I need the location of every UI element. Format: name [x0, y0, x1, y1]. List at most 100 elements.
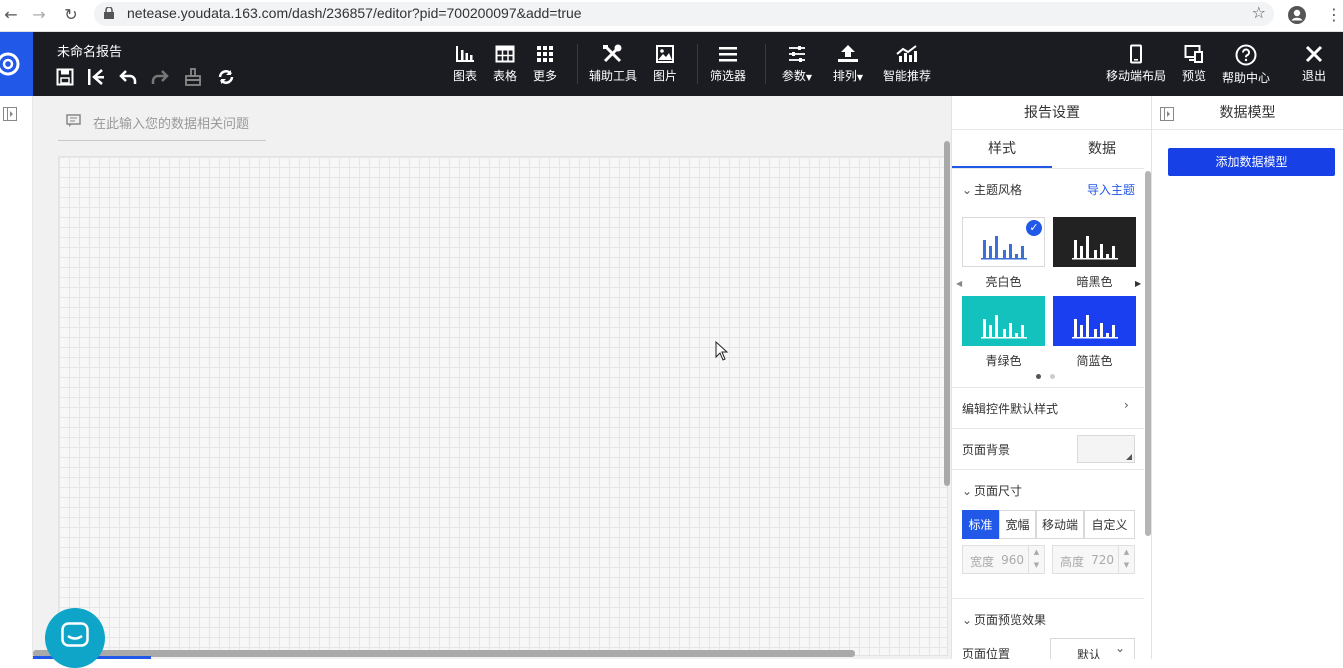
mini-bar-chart-icon — [1072, 315, 1118, 339]
back-icon[interactable]: ← — [0, 4, 22, 26]
chat-icon — [61, 622, 89, 647]
chat-support-button[interactable] — [45, 608, 105, 668]
theme-label: 暗黑色 — [1076, 275, 1113, 289]
bookmark-star-icon[interactable]: ☆ — [1252, 3, 1266, 22]
settings-title: 报告设置 — [952, 96, 1151, 130]
question-input[interactable]: 在此输入您的数据相关问题 — [58, 106, 266, 141]
comment-icon — [66, 114, 81, 127]
add-data-model-button[interactable]: 添加数据模型 — [1168, 148, 1335, 176]
vertical-scrollbar[interactable] — [944, 141, 950, 486]
expand-panel-icon[interactable] — [3, 107, 17, 121]
height-value: 720 — [1091, 553, 1114, 567]
chart-label: 图表 — [452, 69, 477, 83]
page-position-label: 页面位置 — [962, 647, 1011, 659]
theme-label: 简蓝色 — [1076, 354, 1113, 368]
height-stepper[interactable]: ▲ ▼ — [1118, 546, 1134, 573]
dropdown-caret-icon: ▼ — [805, 73, 813, 82]
settings-scrollbar[interactable] — [1145, 171, 1151, 536]
page-background-label: 页面背景 — [962, 443, 1011, 457]
filter-label: 筛选器 — [709, 69, 746, 83]
horizontal-scrollbar[interactable] — [33, 650, 855, 657]
page-size-section-label: 页面尺寸 — [974, 484, 1023, 498]
size-custom-button[interactable]: 自定义 — [1084, 510, 1135, 539]
data-model-panel: 数据模型 添加数据模型 — [1152, 96, 1343, 659]
aux-tools-button[interactable]: 辅助工具 — [588, 44, 638, 84]
collapse-panel-icon[interactable] — [1160, 107, 1174, 121]
undo-icon[interactable] — [119, 68, 137, 86]
browser-menu-icon[interactable]: ⋮ — [1326, 5, 1342, 24]
forward-icon[interactable]: → — [28, 4, 50, 26]
smart-recommend-button[interactable]: 智能推荐 — [881, 44, 933, 84]
params-button[interactable]: 参数▼ — [778, 44, 816, 84]
tools-icon — [603, 44, 622, 63]
report-canvas[interactable] — [58, 156, 948, 656]
address-bar[interactable]: netease.youdata.163.com/dash/236857/edit… — [94, 2, 1274, 26]
width-stepper[interactable]: ▲ ▼ — [1028, 546, 1044, 573]
profile-icon[interactable] — [1287, 5, 1307, 25]
tab-style[interactable]: 样式 — [952, 130, 1052, 168]
image-label: 图片 — [652, 69, 677, 83]
exit-button[interactable]: 退出 — [1300, 44, 1328, 84]
size-mobile-button[interactable]: 移动端 — [1036, 510, 1084, 539]
carousel-prev-icon[interactable]: ◀ — [956, 279, 962, 288]
mobile-layout-label: 移动端布局 — [1105, 69, 1166, 83]
help-center-button[interactable]: 帮助中心 — [1221, 44, 1271, 86]
chevron-right-icon[interactable]: › — [1124, 398, 1129, 412]
image-button[interactable]: 图片 — [650, 44, 680, 84]
size-standard-button[interactable]: 标准 — [962, 510, 999, 539]
preview-section-header[interactable]: ⌄ 页面预览效果 — [962, 611, 1046, 628]
chevron-down-icon: ⌄ — [962, 183, 973, 197]
divider — [952, 469, 1144, 470]
width-field[interactable]: 宽度 960 ▲ ▼ — [962, 545, 1045, 574]
size-wide-button[interactable]: 宽幅 — [999, 510, 1036, 539]
save-icon[interactable] — [56, 68, 74, 86]
mobile-phone-icon — [1130, 44, 1142, 64]
format-painter-icon[interactable] — [184, 68, 202, 86]
theme-section-header[interactable]: ⌄ 主题风格 — [962, 181, 1022, 198]
logo-icon — [0, 52, 20, 76]
toolbar-divider — [765, 44, 766, 84]
tab-data[interactable]: 数据 — [1052, 130, 1151, 168]
chevron-down-icon: ⌄ — [1115, 641, 1126, 655]
mouse-cursor-icon — [715, 341, 729, 361]
preview-button[interactable]: 预览 — [1180, 44, 1208, 84]
theme-card[interactable] — [1053, 296, 1136, 346]
browser-bar: ← → ↻ netease.youdata.163.com/dash/23685… — [0, 0, 1343, 32]
dropdown-caret-icon: ▼ — [856, 73, 864, 82]
page-position-select[interactable]: 默认 ⌄ — [1050, 638, 1135, 659]
arrange-label: 排列 — [832, 69, 857, 83]
page-size-section-header[interactable]: ⌄ 页面尺寸 — [962, 482, 1022, 499]
import-theme-link[interactable]: 导入主题 — [1087, 181, 1135, 198]
mobile-layout-button[interactable]: 移动端布局 — [1105, 44, 1167, 84]
table-label: 表格 — [492, 69, 517, 83]
edit-default-style-link[interactable]: 编辑控件默认样式 — [962, 400, 1058, 417]
table-button[interactable]: 表格 — [490, 44, 520, 84]
table-icon — [495, 45, 515, 63]
mini-bar-chart-icon — [981, 315, 1027, 339]
youdata-logo[interactable] — [0, 32, 33, 96]
theme-card[interactable] — [962, 296, 1045, 346]
arrange-button[interactable]: 排列▼ — [829, 44, 867, 84]
back-to-list-icon[interactable] — [87, 68, 105, 86]
help-label: 帮助中心 — [1221, 71, 1270, 85]
bring-front-icon — [838, 45, 858, 62]
trend-chart-icon — [896, 45, 917, 62]
theme-card[interactable] — [1053, 217, 1136, 267]
reload-icon[interactable]: ↻ — [60, 4, 82, 26]
sliders-icon — [789, 46, 805, 62]
carousel-next-icon[interactable]: ▶ — [1135, 279, 1141, 288]
grid-icon — [537, 46, 553, 62]
page-background-color-picker[interactable] — [1077, 435, 1135, 463]
redo-icon[interactable] — [151, 68, 169, 86]
params-label: 参数 — [781, 69, 806, 83]
toolbar-divider — [697, 44, 698, 84]
report-title[interactable]: 未命名报告 — [57, 41, 122, 60]
chart-button[interactable]: 图表 — [450, 44, 480, 84]
more-button[interactable]: 更多 — [530, 44, 560, 84]
height-field[interactable]: 高度 720 ▲ ▼ — [1052, 545, 1135, 574]
filter-button[interactable]: 筛选器 — [708, 44, 748, 84]
carousel-dot[interactable] — [1050, 374, 1055, 379]
refresh-icon[interactable] — [217, 68, 235, 86]
theme-card[interactable]: ✓ — [962, 217, 1045, 267]
carousel-dot-active[interactable] — [1036, 374, 1041, 379]
